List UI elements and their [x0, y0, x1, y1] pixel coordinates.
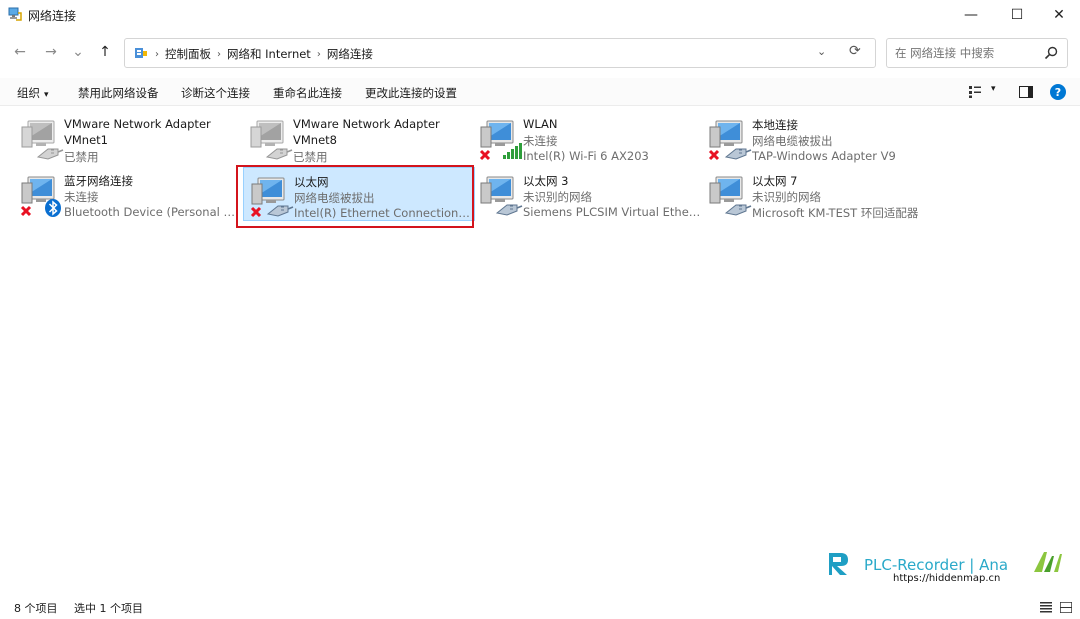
- title-bar: 网络连接 — ☐ ✕: [0, 0, 1080, 30]
- organize-menu[interactable]: 组织 ▾: [17, 85, 49, 101]
- breadcrumb-separator: ›: [217, 48, 221, 60]
- signal-bars-icon: [503, 143, 522, 159]
- connection-device-name: Bluetooth Device (Personal Ar...: [64, 205, 242, 219]
- window-title: 网络连接: [28, 9, 77, 23]
- connection-item-wlan[interactable]: WLAN 未连接 Intel(R) Wi-Fi 6 AX203: [473, 111, 705, 165]
- watermark-text: PLC-Recorder | Ana: [864, 556, 1009, 574]
- ethernet-disabled-icon: [21, 120, 64, 160]
- breadcrumb: › 控制面板 › 网络和 Internet › 网络连接: [155, 46, 373, 62]
- close-button[interactable]: ✕: [1036, 0, 1080, 30]
- maximize-button[interactable]: ☐: [994, 0, 1040, 30]
- connection-status: 网络电缆被拔出: [752, 134, 833, 148]
- connection-name: WLAN: [523, 117, 558, 131]
- refresh-icon[interactable]: ⟳: [849, 43, 861, 59]
- ethernet-unplugged-icon: [708, 120, 752, 161]
- breadcrumb-network-internet[interactable]: 网络和 Internet: [227, 46, 311, 62]
- connection-item-ethernet-3[interactable]: 以太网 3 未识别的网络 Siemens PLCSIM Virtual Ethe…: [473, 167, 705, 221]
- forward-button[interactable]: →: [41, 42, 61, 62]
- plc-recorder-logo-icon: [829, 553, 848, 575]
- connection-name: 以太网 7: [752, 174, 798, 188]
- breadcrumb-separator: ›: [316, 48, 321, 60]
- connection-device-name: Microsoft KM-TEST 环回适配器: [752, 206, 919, 220]
- connection-device-name: TAP-Windows Adapter V9: [752, 149, 896, 163]
- selected-count: 选中 1 个项目: [74, 602, 143, 615]
- annotation-highlight-box: [236, 165, 474, 228]
- disable-device-button[interactable]: 禁用此网络设备: [78, 85, 159, 101]
- connection-status: 已禁用: [293, 150, 328, 164]
- item-count: 8 个项目: [14, 602, 58, 615]
- breadcrumb-control-panel[interactable]: 控制面板: [165, 46, 211, 62]
- details-view-icon[interactable]: [1040, 602, 1052, 613]
- view-options-caret-icon[interactable]: ▾: [991, 84, 996, 94]
- ethernet-connected-icon: [480, 176, 523, 216]
- connection-status: 未连接: [523, 134, 558, 148]
- connection-device-name: Intel(R) Wi-Fi 6 AX203: [523, 149, 649, 163]
- connection-device-name: VMnet1: [64, 133, 108, 147]
- rename-connection-button[interactable]: 重命名此连接: [273, 85, 342, 101]
- organize-label: 组织: [17, 86, 40, 100]
- diagnose-connection-button[interactable]: 诊断这个连接: [181, 85, 250, 101]
- change-settings-button[interactable]: 更改此连接的设置: [365, 85, 457, 101]
- wifi-disconnected-icon: [479, 120, 522, 161]
- bluetooth-icon: [45, 199, 61, 217]
- view-options-icon[interactable]: [969, 86, 981, 98]
- connection-name: VMware Network Adapter: [64, 117, 211, 131]
- breadcrumb-network-connections[interactable]: 网络连接: [327, 46, 373, 62]
- connection-name: VMware Network Adapter: [293, 117, 440, 131]
- connection-item-ethernet-7[interactable]: 以太网 7 未识别的网络 Microsoft KM-TEST 环回适配器: [702, 167, 934, 221]
- ethernet-connected-icon: [709, 176, 752, 216]
- connection-status: 未连接: [64, 190, 99, 204]
- connection-device-name: Siemens PLCSIM Virtual Ethern...: [523, 205, 701, 219]
- status-bar: 8 个项目 选中 1 个项目: [0, 597, 1080, 619]
- organize-caret-icon: ▾: [44, 90, 49, 100]
- up-button[interactable]: ↑: [95, 42, 115, 62]
- connection-status: 未识别的网络: [752, 190, 821, 204]
- ai-logo-icon: [1034, 552, 1062, 572]
- back-button[interactable]: ←: [10, 42, 30, 62]
- large-icons-view-icon[interactable]: [1060, 602, 1072, 613]
- search-box[interactable]: [886, 38, 1068, 68]
- network-connections-app-icon: [8, 7, 22, 21]
- preview-pane-icon[interactable]: [1019, 86, 1033, 98]
- watermark-url: https://hiddenmap.cn: [893, 573, 1001, 584]
- ethernet-disabled-icon: [250, 120, 293, 160]
- minimize-button[interactable]: —: [948, 0, 994, 30]
- address-dropdown-icon[interactable]: ⌄: [817, 45, 826, 58]
- recent-locations-button[interactable]: ⌄: [68, 42, 88, 62]
- connection-name: 以太网 3: [523, 174, 569, 188]
- connection-status: 未识别的网络: [523, 190, 592, 204]
- address-row: ← → ⌄ ↑ › 控制面板 › 网络和 Internet › 网络连接 ⌄ ⟳: [0, 30, 1080, 76]
- search-icon[interactable]: [1043, 45, 1059, 61]
- connection-item-local[interactable]: 本地连接 网络电缆被拔出 TAP-Windows Adapter V9: [702, 111, 934, 165]
- help-icon[interactable]: ?: [1050, 84, 1066, 100]
- command-bar: 组织 ▾ 禁用此网络设备 诊断这个连接 重命名此连接 更改此连接的设置 ▾ ?: [0, 78, 1080, 106]
- connection-item-vmnet1[interactable]: VMware Network Adapter VMnet1 已禁用: [14, 111, 246, 165]
- bluetooth-disconnected-icon: [20, 176, 61, 217]
- connection-item-vmnet8[interactable]: VMware Network Adapter VMnet8 已禁用: [243, 111, 475, 165]
- connection-device-name: VMnet8: [293, 133, 337, 147]
- connection-item-bluetooth[interactable]: 蓝牙网络连接 未连接 Bluetooth Device (Personal Ar…: [14, 167, 246, 221]
- connection-name: 本地连接: [752, 118, 798, 132]
- control-panel-icon: [135, 48, 147, 58]
- search-input[interactable]: [895, 45, 1035, 61]
- breadcrumb-separator: ›: [155, 48, 159, 60]
- connection-name: 蓝牙网络连接: [64, 174, 133, 188]
- address-bar[interactable]: › 控制面板 › 网络和 Internet › 网络连接 ⌄ ⟳: [124, 38, 876, 68]
- connection-status: 已禁用: [64, 150, 99, 164]
